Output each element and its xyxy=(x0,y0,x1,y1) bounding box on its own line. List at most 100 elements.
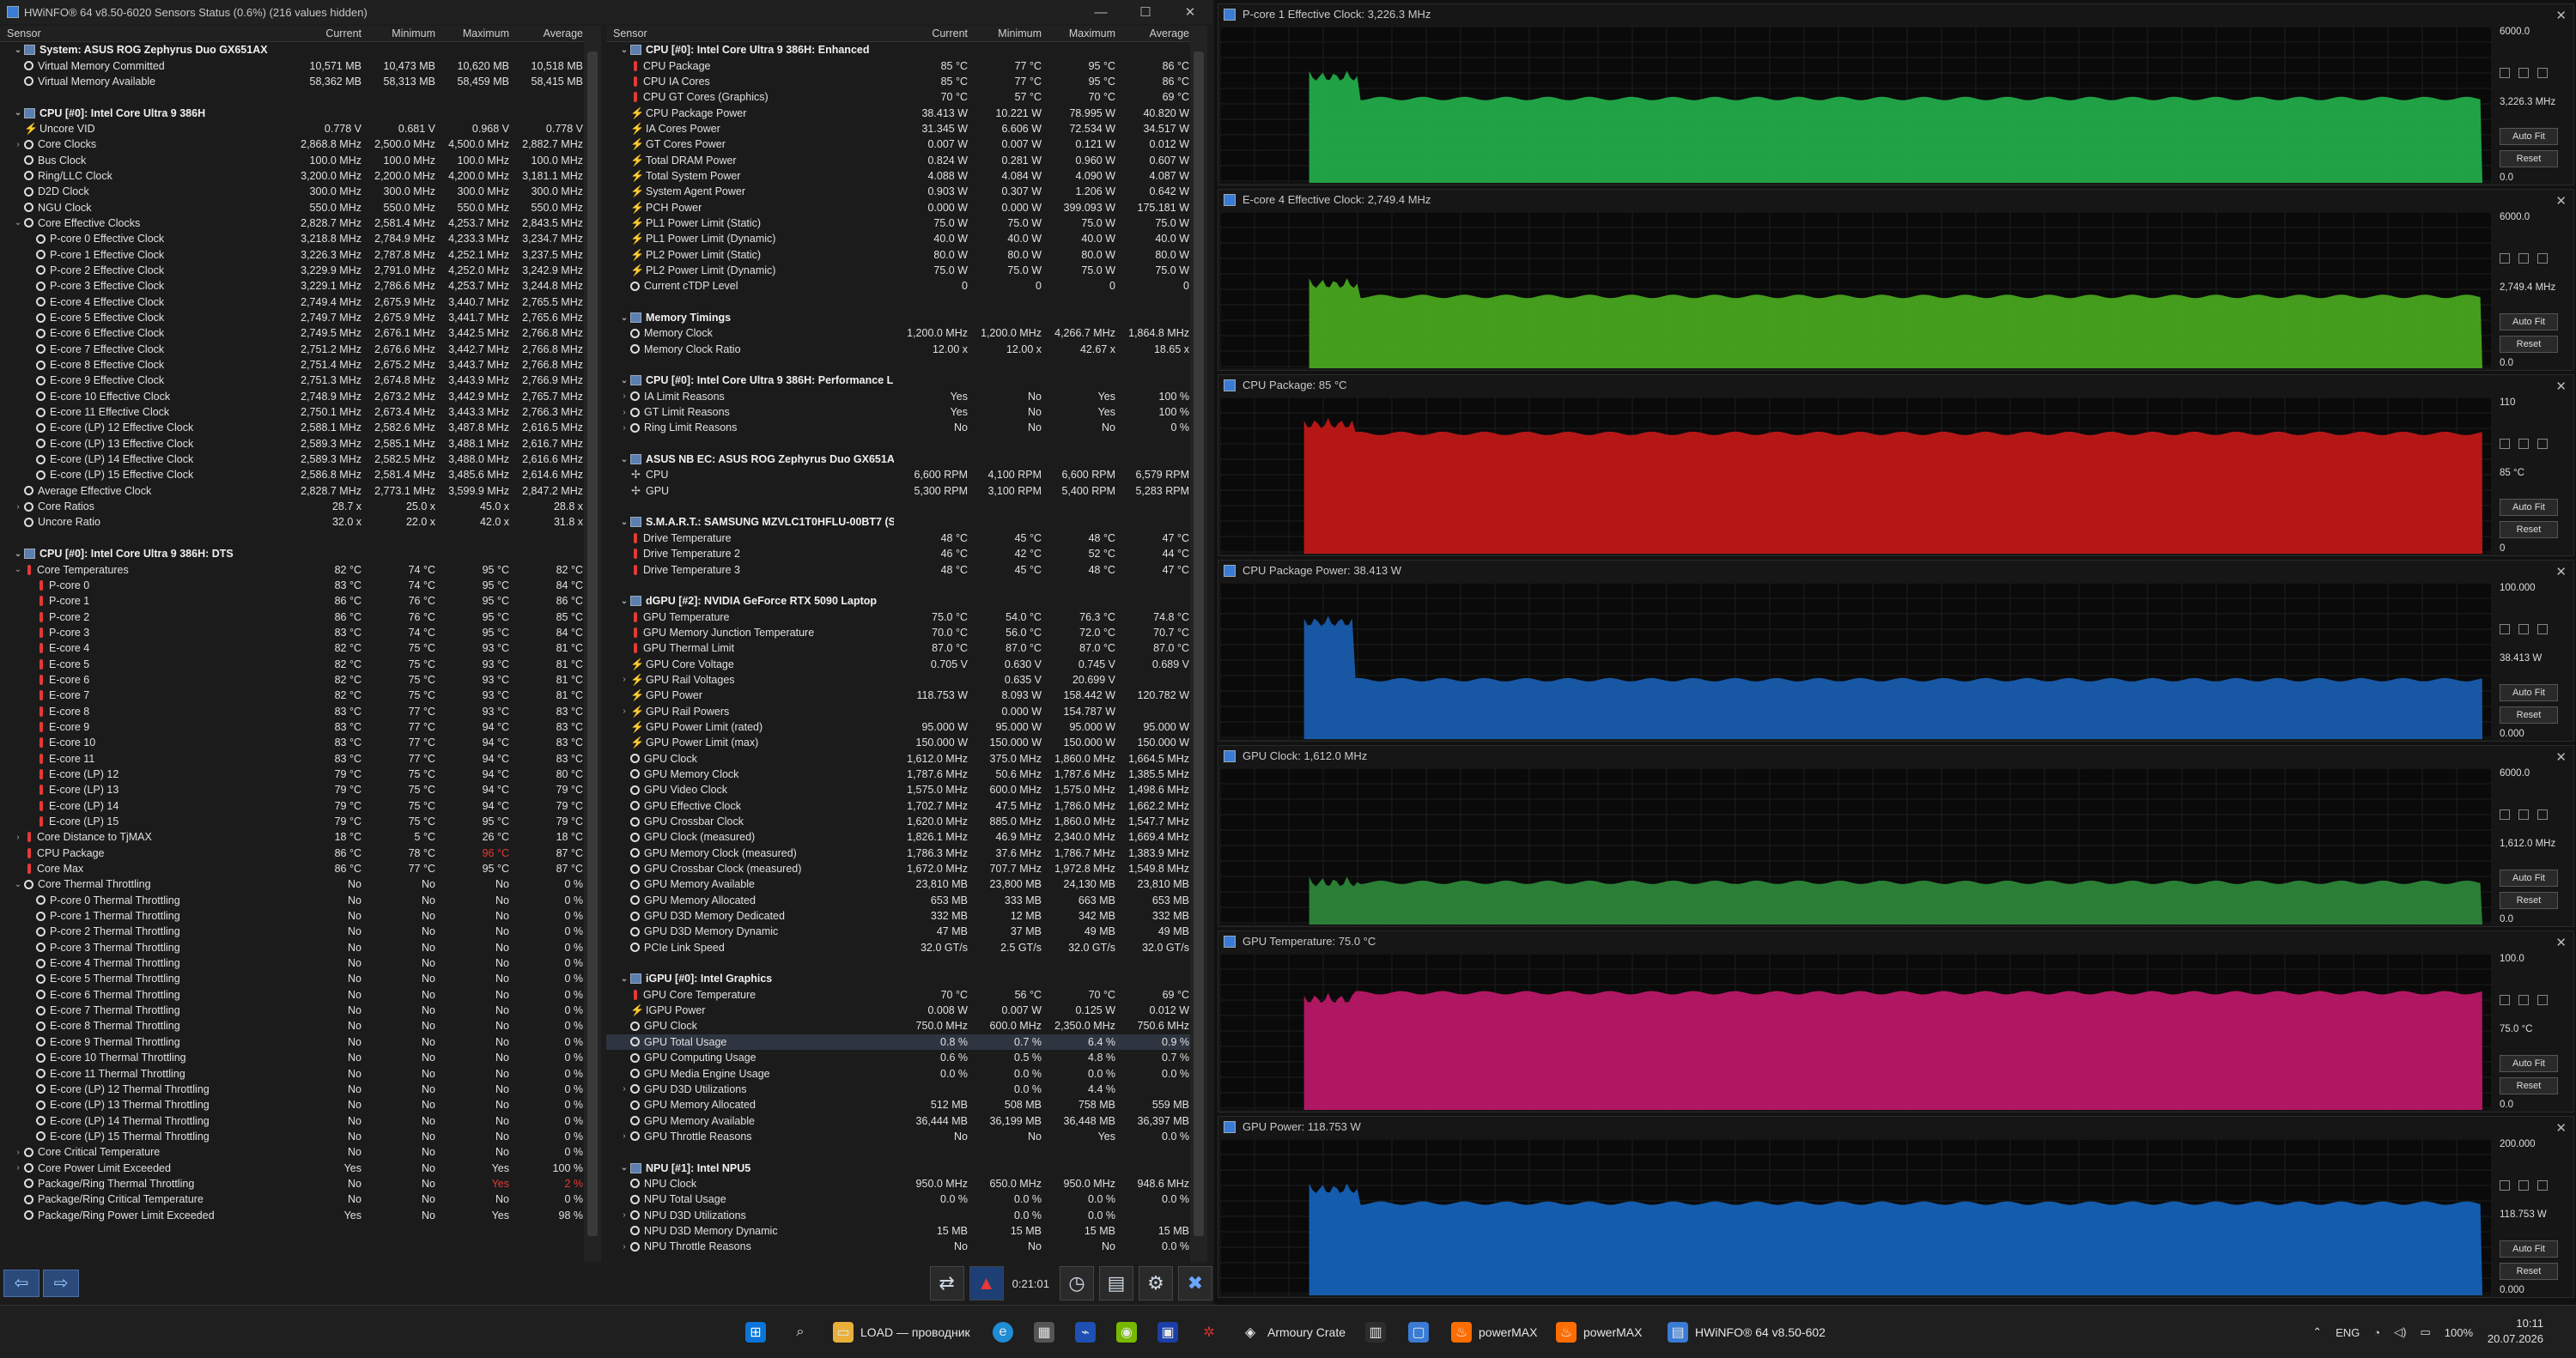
sensor-row[interactable]: E-core 8 Effective Clock 2,751.4 MHz 2,675… xyxy=(0,357,584,373)
sensor-row[interactable]: GPU Crossbar Clock (measured) 1,672.0 MHz… xyxy=(606,861,1190,876)
expand-chevron-icon[interactable]: › xyxy=(618,1242,630,1252)
auto-fit-button[interactable]: Auto Fit xyxy=(2500,684,2558,701)
sensor-row[interactable]: P-core 0 83 °C 74 °C 95 °C 84 °C xyxy=(0,578,584,593)
reset-button[interactable]: Reset xyxy=(2500,1263,2558,1280)
sensor-row[interactable]: E-core (LP) 15 Thermal Throttling No No No 0… xyxy=(0,1129,584,1144)
sensor-row[interactable]: E-core (LP) 15 79 °C 75 °C 95 °C 79 °C xyxy=(0,814,584,829)
sensor-row[interactable]: E-core 9 Effective Clock 2,751.3 MHz 2,674… xyxy=(0,373,584,388)
sensor-row[interactable]: ⚡ CPU Package Power 38.413 W 10.221 W 78.995… xyxy=(606,105,1190,120)
expand-chevron-icon[interactable]: › xyxy=(12,502,24,512)
col-minimum[interactable]: Minimum xyxy=(968,27,1042,39)
sensor-row[interactable]: E-core (LP) 13 Thermal Throttling No No No 0… xyxy=(0,1097,584,1112)
collapse-chevron-icon[interactable]: ⌄ xyxy=(618,597,630,606)
sensor-row[interactable]: ⚡ PL2 Power Limit (Dynamic) 75.0 W 75.0 W 75… xyxy=(606,263,1190,278)
sensor-row[interactable]: › ⚡ GPU Rail Voltages 0.635 V 20.699 V xyxy=(606,672,1190,688)
sensor-row[interactable]: E-core (LP) 14 Thermal Throttling No No No 0… xyxy=(0,1112,584,1128)
reset-button[interactable]: Reset xyxy=(2500,521,2558,538)
sensor-row[interactable]: E-core 4 Thermal Throttling No No No 0 % xyxy=(0,955,584,971)
sensor-row[interactable]: E-core (LP) 13 Effective Clock 2,589.3 MH… xyxy=(0,436,584,452)
sensor-row[interactable]: ⚡ PCH Power 0.000 W 0.000 W 399.093 W 175.181… xyxy=(606,199,1190,215)
sensor-row[interactable]: GPU Memory Available 23,810 MB 23,800 MB 24… xyxy=(606,876,1190,892)
sensor-row[interactable]: GPU D3D Memory Dynamic 47 MB 37 MB 49 MB 49 … xyxy=(606,924,1190,939)
sensor-row[interactable]: CPU Package 86 °C 78 °C 96 °C 87 °C xyxy=(0,846,584,861)
sensor-row[interactable]: CPU IA Cores 85 °C 77 °C 95 °C 86 °C xyxy=(606,74,1190,89)
sensor-row[interactable]: E-core 7 Thermal Throttling No No No 0 % xyxy=(0,1003,584,1018)
reset-button[interactable]: Reset xyxy=(2500,336,2558,353)
graph-option-checkbox[interactable] xyxy=(2537,1180,2548,1191)
col-average[interactable]: Average xyxy=(1115,27,1189,39)
collapse-chevron-icon[interactable]: ⌄ xyxy=(12,45,24,55)
sensor-row[interactable]: Package/Ring Thermal Throttling No No Yes 2 … xyxy=(0,1176,584,1191)
graph-option-checkbox[interactable] xyxy=(2537,68,2548,78)
sensor-row[interactable]: E-core (LP) 14 79 °C 75 °C 94 °C 79 °C xyxy=(0,798,584,814)
graph-option-checkbox[interactable] xyxy=(2518,68,2529,78)
col-minimum[interactable]: Minimum xyxy=(361,27,435,39)
sensor-row[interactable]: Drive Temperature 3 48 °C 45 °C 48 °C 47 °C xyxy=(606,561,1190,577)
auto-fit-button[interactable]: Auto Fit xyxy=(2500,1240,2558,1258)
expand-chevron-icon[interactable]: › xyxy=(12,1148,24,1157)
sensor-row[interactable]: ⚡ GPU Power Limit (rated) 95.000 W 95.000 W… xyxy=(606,719,1190,735)
sensor-row[interactable]: E-core 10 83 °C 77 °C 94 °C 83 °C xyxy=(0,735,584,750)
auto-fit-button[interactable]: Auto Fit xyxy=(2500,870,2558,887)
sensor-row[interactable]: PCIe Link Speed 32.0 GT/s 2.5 GT/s 32.0 GT/… xyxy=(606,940,1190,955)
col-sensor[interactable]: Sensor xyxy=(606,27,894,39)
alert-icon[interactable]: ▲ xyxy=(969,1266,1004,1300)
sensor-row[interactable]: P-core 1 86 °C 76 °C 95 °C 86 °C xyxy=(0,593,584,609)
sensor-row[interactable]: NPU Total Usage 0.0 % 0.0 % 0.0 % 0.0 % xyxy=(606,1191,1190,1207)
taskbar-store[interactable]: ▦ xyxy=(1034,1316,1061,1349)
sensor-row[interactable]: GPU Video Clock 1,575.0 MHz 600.0 MHz 1,575… xyxy=(606,782,1190,797)
taskbar-app-chart[interactable]: ▥ xyxy=(1365,1316,1393,1349)
sensor-row[interactable]: GPU Clock 750.0 MHz 600.0 MHz 2,350.0 MHz 75… xyxy=(606,1018,1190,1034)
graph-option-checkbox[interactable] xyxy=(2500,624,2510,634)
graph-close-icon[interactable]: ✕ xyxy=(2555,1119,2567,1139)
col-maximum[interactable]: Maximum xyxy=(435,27,509,39)
sensor-group-row[interactable]: ⌄ CPU [#0]: Intel Core Ultra 9 386H: DTS xyxy=(0,546,584,561)
sensor-row[interactable]: P-core 3 Thermal Throttling No No No 0 % xyxy=(0,940,584,955)
collapse-chevron-icon[interactable]: ⌄ xyxy=(618,518,630,527)
collapse-chevron-icon[interactable]: ⌄ xyxy=(618,45,630,55)
sensor-row[interactable]: E-core 7 82 °C 75 °C 93 °C 81 °C xyxy=(0,688,584,703)
graph-option-checkbox[interactable] xyxy=(2518,995,2529,1005)
sensor-row[interactable]: E-core 5 Effective Clock 2,749.7 MHz 2,675… xyxy=(0,310,584,325)
sensor-row[interactable]: ⚡ PL1 Power Limit (Static) 75.0 W 75.0 W 75.… xyxy=(606,215,1190,231)
sensor-row[interactable]: ⌄ Core Effective Clocks 2,828.7 MHz 2,581.4… xyxy=(0,215,584,231)
expand-chevron-icon[interactable]: › xyxy=(12,1163,24,1173)
graph-option-checkbox[interactable] xyxy=(2500,995,2510,1005)
taskbar-edge[interactable]: e xyxy=(993,1316,1020,1349)
graph-option-checkbox[interactable] xyxy=(2500,439,2510,449)
sensor-row[interactable]: GPU Crossbar Clock 1,620.0 MHz 885.0 MHz 1,… xyxy=(606,814,1190,829)
sensor-row[interactable]: E-core 11 83 °C 77 °C 94 °C 83 °C xyxy=(0,750,584,766)
graph-close-icon[interactable]: ✕ xyxy=(2555,191,2567,212)
maximize-button[interactable]: ☐ xyxy=(1123,4,1168,20)
sensor-row[interactable]: E-core (LP) 12 79 °C 75 °C 94 °C 80 °C xyxy=(0,767,584,782)
sensor-row[interactable]: GPU Memory Junction Temperature 70.0 °C 56… xyxy=(606,625,1190,640)
sensor-row[interactable]: GPU Memory Clock 1,787.6 MHz 50.6 MHz 1,787… xyxy=(606,767,1190,782)
sensor-row[interactable]: › GPU Throttle Reasons No No Yes 0.0 % xyxy=(606,1129,1190,1144)
sensor-row[interactable]: Current cTDP Level 0 0 0 0 xyxy=(606,278,1190,294)
taskbar-app-screens[interactable]: ▢ xyxy=(1408,1316,1436,1349)
sensor-row[interactable]: › NPU Throttle Reasons No No No 0.0 % xyxy=(606,1239,1190,1254)
taskbar-nvidia[interactable]: ◉ xyxy=(1116,1316,1144,1349)
sensor-row[interactable]: Bus Clock 100.0 MHz 100.0 MHz 100.0 MHz 100.… xyxy=(0,152,584,167)
sensor-row[interactable]: Ring/LLC Clock 3,200.0 MHz 2,200.0 MHz 4,20… xyxy=(0,168,584,184)
taskbar-powermax-2[interactable]: ♨ powerMAX xyxy=(1556,1316,1642,1349)
language-indicator[interactable]: ENG xyxy=(2336,1326,2360,1339)
sensor-row[interactable]: Package/Ring Power Limit Exceeded Yes No Ye… xyxy=(0,1207,584,1222)
sensor-row[interactable]: E-core (LP) 13 79 °C 75 °C 94 °C 79 °C xyxy=(0,782,584,797)
sensor-row[interactable]: E-core 4 82 °C 75 °C 93 °C 81 °C xyxy=(0,640,584,656)
col-sensor[interactable]: Sensor xyxy=(0,27,288,39)
collapse-chevron-icon[interactable]: ⌄ xyxy=(12,549,24,559)
reset-button[interactable]: Reset xyxy=(2500,892,2558,909)
sensor-row[interactable]: E-core 8 Thermal Throttling No No No 0 % xyxy=(0,1018,584,1034)
expand-chevron-icon[interactable]: › xyxy=(12,140,24,149)
sensor-row[interactable]: › NPU D3D Utilizations 0.0 % 0.0 % xyxy=(606,1207,1190,1222)
sensor-group-row[interactable]: ⌄ S.M.A.R.T.: SAMSUNG MZVLC1T0HFLU-00BT7 … xyxy=(606,514,1190,530)
reset-button[interactable]: Reset xyxy=(2500,706,2558,724)
sensor-row[interactable]: GPU Thermal Limit 87.0 °C 87.0 °C 87.0 °C 87… xyxy=(606,640,1190,656)
graph-title-bar[interactable]: P-core 1 Effective Clock: 3,226.3 MHz ✕ xyxy=(1218,4,2573,25)
sensor-row[interactable]: › Core Power Limit Exceeded Yes No Yes 100 % xyxy=(0,1160,584,1175)
col-current[interactable]: Current xyxy=(894,27,968,39)
taskbar-armoury-crate[interactable]: ◈ Armoury Crate xyxy=(1240,1316,1346,1349)
sensor-row[interactable]: GPU Computing Usage 0.6 % 0.5 % 4.8 % 0.7 % xyxy=(606,1050,1190,1065)
sensor-group-row[interactable]: ⌄ iGPU [#0]: Intel Graphics xyxy=(606,971,1190,986)
